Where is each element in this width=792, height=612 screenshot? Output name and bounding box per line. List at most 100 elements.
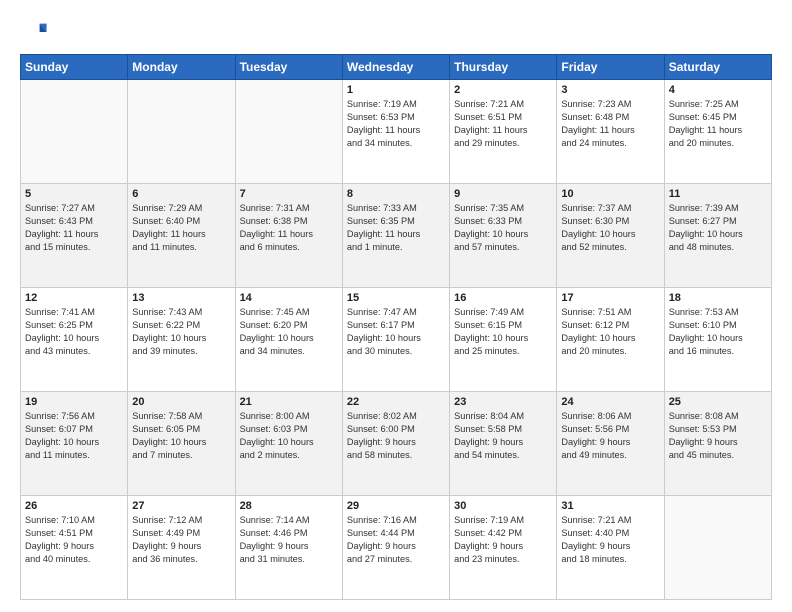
calendar-cell: 30 Sunrise: 7:19 AM Sunset: 4:42 PM Dayli…: [450, 496, 557, 600]
day-info: Sunrise: 7:37 AM Sunset: 6:30 PM Dayligh…: [561, 202, 659, 254]
day-number: 29: [347, 500, 445, 512]
header: [20, 18, 772, 46]
day-number: 15: [347, 292, 445, 304]
calendar-header-row: SundayMondayTuesdayWednesdayThursdayFrid…: [21, 55, 772, 80]
day-number: 19: [25, 396, 123, 408]
day-info: Sunrise: 7:43 AM Sunset: 6:22 PM Dayligh…: [132, 306, 230, 358]
weekday-header-sunday: Sunday: [21, 55, 128, 80]
calendar-week-row: 1 Sunrise: 7:19 AM Sunset: 6:53 PM Daylig…: [21, 80, 772, 184]
day-info: Sunrise: 7:27 AM Sunset: 6:43 PM Dayligh…: [25, 202, 123, 254]
day-info: Sunrise: 7:25 AM Sunset: 6:45 PM Dayligh…: [669, 98, 767, 150]
calendar-cell: [128, 80, 235, 184]
day-number: 4: [669, 84, 767, 96]
day-info: Sunrise: 7:33 AM Sunset: 6:35 PM Dayligh…: [347, 202, 445, 254]
calendar-table: SundayMondayTuesdayWednesdayThursdayFrid…: [20, 54, 772, 600]
day-info: Sunrise: 7:23 AM Sunset: 6:48 PM Dayligh…: [561, 98, 659, 150]
calendar-cell: 10 Sunrise: 7:37 AM Sunset: 6:30 PM Dayli…: [557, 184, 664, 288]
day-info: Sunrise: 8:06 AM Sunset: 5:56 PM Dayligh…: [561, 410, 659, 462]
calendar-cell: 9 Sunrise: 7:35 AM Sunset: 6:33 PM Daylig…: [450, 184, 557, 288]
calendar-cell: 18Sunrise: 7:53 AM Sunset: 6:10 PM Dayli…: [664, 288, 771, 392]
day-info: Sunrise: 8:00 AM Sunset: 6:03 PM Dayligh…: [240, 410, 338, 462]
calendar-cell: 29Sunrise: 7:16 AM Sunset: 4:44 PM Dayli…: [342, 496, 449, 600]
logo-icon: [20, 18, 48, 46]
day-number: 31: [561, 500, 659, 512]
calendar-cell: 22 Sunrise: 8:02 AM Sunset: 6:00 PM Dayli…: [342, 392, 449, 496]
day-info: Sunrise: 7:45 AM Sunset: 6:20 PM Dayligh…: [240, 306, 338, 358]
day-info: Sunrise: 7:21 AM Sunset: 6:51 PM Dayligh…: [454, 98, 552, 150]
calendar-week-row: 19 Sunrise: 7:56 AM Sunset: 6:07 PM Dayli…: [21, 392, 772, 496]
calendar-cell: 17Sunrise: 7:51 AM Sunset: 6:12 PM Dayli…: [557, 288, 664, 392]
day-info: Sunrise: 7:53 AM Sunset: 6:10 PM Dayligh…: [669, 306, 767, 358]
calendar-cell: 25 Sunrise: 8:08 AM Sunset: 5:53 PM Dayli…: [664, 392, 771, 496]
calendar-cell: 27 Sunrise: 7:12 AM Sunset: 4:49 PM Dayli…: [128, 496, 235, 600]
day-info: Sunrise: 7:41 AM Sunset: 6:25 PM Dayligh…: [25, 306, 123, 358]
calendar-cell: 1 Sunrise: 7:19 AM Sunset: 6:53 PM Daylig…: [342, 80, 449, 184]
weekday-header-saturday: Saturday: [664, 55, 771, 80]
calendar-cell: 6Sunrise: 7:29 AM Sunset: 6:40 PM Daylig…: [128, 184, 235, 288]
day-info: Sunrise: 7:51 AM Sunset: 6:12 PM Dayligh…: [561, 306, 659, 358]
day-number: 6: [132, 188, 230, 200]
day-number: 9: [454, 188, 552, 200]
day-number: 24: [561, 396, 659, 408]
calendar-cell: 19 Sunrise: 7:56 AM Sunset: 6:07 PM Dayli…: [21, 392, 128, 496]
day-number: 27: [132, 500, 230, 512]
day-info: Sunrise: 7:12 AM Sunset: 4:49 PM Dayligh…: [132, 514, 230, 566]
weekday-header-friday: Friday: [557, 55, 664, 80]
day-number: 1: [347, 84, 445, 96]
calendar-cell: 14 Sunrise: 7:45 AM Sunset: 6:20 PM Dayli…: [235, 288, 342, 392]
day-info: Sunrise: 8:04 AM Sunset: 5:58 PM Dayligh…: [454, 410, 552, 462]
calendar-cell: 21 Sunrise: 8:00 AM Sunset: 6:03 PM Dayli…: [235, 392, 342, 496]
day-number: 22: [347, 396, 445, 408]
calendar-cell: 13 Sunrise: 7:43 AM Sunset: 6:22 PM Dayli…: [128, 288, 235, 392]
calendar-week-row: 12Sunrise: 7:41 AM Sunset: 6:25 PM Dayli…: [21, 288, 772, 392]
day-number: 8: [347, 188, 445, 200]
calendar-cell: 12Sunrise: 7:41 AM Sunset: 6:25 PM Dayli…: [21, 288, 128, 392]
weekday-header-thursday: Thursday: [450, 55, 557, 80]
calendar-cell: 20 Sunrise: 7:58 AM Sunset: 6:05 PM Dayli…: [128, 392, 235, 496]
calendar-cell: 16 Sunrise: 7:49 AM Sunset: 6:15 PM Dayli…: [450, 288, 557, 392]
day-info: Sunrise: 7:10 AM Sunset: 4:51 PM Dayligh…: [25, 514, 123, 566]
logo: [20, 18, 52, 46]
day-info: Sunrise: 7:39 AM Sunset: 6:27 PM Dayligh…: [669, 202, 767, 254]
calendar-cell: 3 Sunrise: 7:23 AM Sunset: 6:48 PM Daylig…: [557, 80, 664, 184]
calendar-cell: 24 Sunrise: 8:06 AM Sunset: 5:56 PM Dayli…: [557, 392, 664, 496]
calendar-cell: 8 Sunrise: 7:33 AM Sunset: 6:35 PM Daylig…: [342, 184, 449, 288]
day-info: Sunrise: 8:08 AM Sunset: 5:53 PM Dayligh…: [669, 410, 767, 462]
day-info: Sunrise: 7:31 AM Sunset: 6:38 PM Dayligh…: [240, 202, 338, 254]
calendar-cell: 31 Sunrise: 7:21 AM Sunset: 4:40 PM Dayli…: [557, 496, 664, 600]
calendar-cell: 7 Sunrise: 7:31 AM Sunset: 6:38 PM Daylig…: [235, 184, 342, 288]
day-number: 7: [240, 188, 338, 200]
day-info: Sunrise: 7:35 AM Sunset: 6:33 PM Dayligh…: [454, 202, 552, 254]
calendar-cell: [21, 80, 128, 184]
calendar-cell: 4 Sunrise: 7:25 AM Sunset: 6:45 PM Daylig…: [664, 80, 771, 184]
calendar-cell: 11 Sunrise: 7:39 AM Sunset: 6:27 PM Dayli…: [664, 184, 771, 288]
day-number: 20: [132, 396, 230, 408]
day-info: Sunrise: 7:47 AM Sunset: 6:17 PM Dayligh…: [347, 306, 445, 358]
day-info: Sunrise: 7:49 AM Sunset: 6:15 PM Dayligh…: [454, 306, 552, 358]
day-number: 30: [454, 500, 552, 512]
day-info: Sunrise: 7:21 AM Sunset: 4:40 PM Dayligh…: [561, 514, 659, 566]
day-number: 14: [240, 292, 338, 304]
day-number: 16: [454, 292, 552, 304]
day-info: Sunrise: 7:58 AM Sunset: 6:05 PM Dayligh…: [132, 410, 230, 462]
day-info: Sunrise: 7:56 AM Sunset: 6:07 PM Dayligh…: [25, 410, 123, 462]
day-number: 25: [669, 396, 767, 408]
day-number: 13: [132, 292, 230, 304]
page: SundayMondayTuesdayWednesdayThursdayFrid…: [0, 0, 792, 612]
calendar-cell: 5 Sunrise: 7:27 AM Sunset: 6:43 PM Daylig…: [21, 184, 128, 288]
day-number: 10: [561, 188, 659, 200]
day-number: 5: [25, 188, 123, 200]
calendar-cell: 28 Sunrise: 7:14 AM Sunset: 4:46 PM Dayli…: [235, 496, 342, 600]
calendar-cell: 26Sunrise: 7:10 AM Sunset: 4:51 PM Dayli…: [21, 496, 128, 600]
day-number: 3: [561, 84, 659, 96]
day-number: 21: [240, 396, 338, 408]
day-info: Sunrise: 7:14 AM Sunset: 4:46 PM Dayligh…: [240, 514, 338, 566]
calendar-week-row: 26Sunrise: 7:10 AM Sunset: 4:51 PM Dayli…: [21, 496, 772, 600]
day-number: 11: [669, 188, 767, 200]
calendar-cell: [664, 496, 771, 600]
day-number: 28: [240, 500, 338, 512]
calendar-cell: 15 Sunrise: 7:47 AM Sunset: 6:17 PM Dayli…: [342, 288, 449, 392]
day-info: Sunrise: 8:02 AM Sunset: 6:00 PM Dayligh…: [347, 410, 445, 462]
day-info: Sunrise: 7:19 AM Sunset: 4:42 PM Dayligh…: [454, 514, 552, 566]
day-info: Sunrise: 7:19 AM Sunset: 6:53 PM Dayligh…: [347, 98, 445, 150]
